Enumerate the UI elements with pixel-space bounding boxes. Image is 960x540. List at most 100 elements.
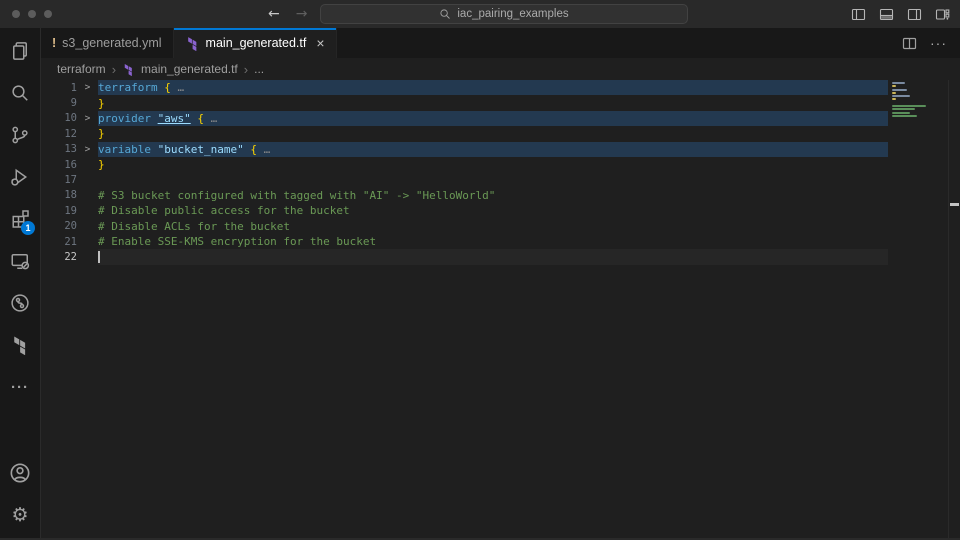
minimap-line [892, 115, 917, 117]
code-line-1[interactable]: 1>terraform { … [41, 80, 888, 95]
tab-bar: ! s3_generated.yml main_generated.tf × [41, 28, 960, 58]
minimap-line [892, 108, 915, 110]
run-debug-icon[interactable] [0, 156, 40, 198]
tab-main-generated-tf[interactable]: main_generated.tf × [174, 28, 337, 58]
vscode-window: ← → iac_pairing_examples [0, 0, 960, 540]
chevron-right-icon: › [112, 62, 116, 77]
window-controls [0, 10, 52, 18]
line-number[interactable]: 17 [41, 174, 77, 186]
breadcrumb-file[interactable]: main_generated.tf [141, 62, 238, 76]
tab-label: s3_generated.yml [62, 36, 161, 50]
window-close-button[interactable] [12, 10, 20, 18]
toggle-panel-icon[interactable] [879, 7, 894, 22]
explorer-icon[interactable] [0, 30, 40, 72]
line-number[interactable]: 19 [41, 205, 77, 217]
window-minimize-button[interactable] [28, 10, 36, 18]
fold-chevron-icon[interactable]: > [77, 82, 98, 93]
code-text[interactable]: # Disable ACLs for the bucket [98, 219, 888, 234]
code-text[interactable] [98, 172, 888, 187]
line-number[interactable]: 22 [41, 251, 77, 263]
code-text[interactable]: # S3 bucket configured with tagged with … [98, 188, 888, 203]
title-bar: ← → iac_pairing_examples [0, 0, 960, 28]
minimap[interactable] [892, 82, 946, 122]
code-text[interactable]: variable "bucket_name" { … [98, 142, 888, 157]
breadcrumb-symbol[interactable]: ... [254, 62, 264, 76]
code-text[interactable]: provider "aws" { … [98, 111, 888, 126]
line-number[interactable]: 20 [41, 220, 77, 232]
search-icon [439, 8, 451, 20]
code-line-19[interactable]: 19 # Disable public access for the bucket [41, 203, 888, 218]
editor-group: ! s3_generated.yml main_generated.tf × [41, 28, 960, 540]
minimap-line [892, 89, 907, 91]
navigate-back-icon[interactable]: ← [268, 6, 280, 22]
minimap-line [892, 98, 896, 100]
source-control-icon[interactable] [0, 114, 40, 156]
code-line-12[interactable]: 12} [41, 126, 888, 141]
minimap-line [892, 105, 926, 107]
gitlens-icon[interactable] [0, 282, 40, 324]
overview-ruler-cursor-mark [950, 203, 959, 206]
split-editor-icon[interactable] [902, 36, 917, 51]
code-line-20[interactable]: 20 # Disable ACLs for the bucket [41, 219, 888, 234]
tab-label: main_generated.tf [206, 36, 307, 50]
code-editor[interactable]: 1>terraform { …9}10>provider "aws" { …12… [41, 80, 960, 540]
window-zoom-button[interactable] [44, 10, 52, 18]
search-value: iac_pairing_examples [457, 8, 568, 20]
fold-chevron-icon[interactable]: > [77, 144, 98, 155]
settings-gear-icon[interactable]: ⚙ [0, 494, 40, 536]
accounts-icon[interactable] [0, 452, 40, 494]
tab-close-icon[interactable]: × [316, 36, 324, 50]
breadcrumb-folder[interactable]: terraform [57, 62, 106, 76]
search-view-icon[interactable] [0, 72, 40, 114]
line-number[interactable]: 18 [41, 189, 77, 201]
line-number[interactable]: 16 [41, 159, 77, 171]
remote-explorer-icon[interactable] [0, 240, 40, 282]
activity-bar: 1 [0, 28, 41, 540]
tab-s3-generated-yml[interactable]: ! s3_generated.yml [41, 28, 174, 58]
code-text[interactable]: # Disable public access for the bucket [98, 203, 888, 218]
code-text[interactable]: } [98, 157, 888, 172]
minimap-line [892, 112, 910, 114]
text-cursor [98, 251, 100, 263]
extensions-icon[interactable]: 1 [0, 198, 40, 240]
fold-chevron-icon[interactable]: > [77, 113, 98, 124]
command-center-search[interactable]: iac_pairing_examples [320, 4, 688, 24]
code-line-21[interactable]: 21 # Enable SSE-KMS encryption for the bu… [41, 234, 888, 249]
minimap-line [892, 95, 910, 97]
additional-views-icon[interactable]: ··· [0, 366, 40, 408]
customize-layout-icon[interactable] [935, 7, 950, 22]
line-number[interactable]: 21 [41, 236, 77, 248]
line-number[interactable]: 10 [41, 112, 77, 124]
code-line-22[interactable]: 22 [41, 249, 888, 264]
navigate-forward-icon[interactable]: → [296, 6, 308, 22]
line-number[interactable]: 12 [41, 128, 77, 140]
code-line-13[interactable]: 13>variable "bucket_name" { … [41, 142, 888, 157]
line-number[interactable]: 1 [41, 82, 77, 94]
chevron-right-icon: › [244, 62, 248, 77]
code-line-10[interactable]: 10>provider "aws" { … [41, 111, 888, 126]
code-text[interactable] [98, 249, 888, 264]
code-line-16[interactable]: 16} [41, 157, 888, 172]
line-number[interactable]: 13 [41, 143, 77, 155]
code-line-18[interactable]: 18 # S3 bucket configured with tagged wit… [41, 188, 888, 203]
minimap-line [892, 85, 896, 87]
editor-more-actions-icon[interactable]: ··· [930, 35, 947, 51]
overview-ruler-scrollbar[interactable] [948, 80, 960, 540]
code-text[interactable]: # Enable SSE-KMS encryption for the buck… [98, 234, 888, 249]
code-text[interactable]: terraform { … [98, 80, 888, 95]
terraform-file-icon [185, 36, 200, 51]
extensions-badge: 1 [21, 221, 35, 235]
toggle-primary-sidebar-icon[interactable] [851, 7, 866, 22]
breadcrumb: terraform › main_generated.tf › ... [41, 58, 960, 80]
code-text[interactable]: } [98, 126, 888, 141]
code-line-9[interactable]: 9} [41, 95, 888, 110]
minimap-line [892, 92, 896, 94]
problem-indicator: ! [52, 36, 56, 50]
terraform-view-icon[interactable] [0, 324, 40, 366]
line-number[interactable]: 9 [41, 97, 77, 109]
terraform-file-icon [122, 63, 135, 76]
toggle-secondary-sidebar-icon[interactable] [907, 7, 922, 22]
minimap-line [892, 82, 905, 84]
code-text[interactable]: } [98, 95, 888, 110]
code-line-17[interactable]: 17 [41, 172, 888, 187]
